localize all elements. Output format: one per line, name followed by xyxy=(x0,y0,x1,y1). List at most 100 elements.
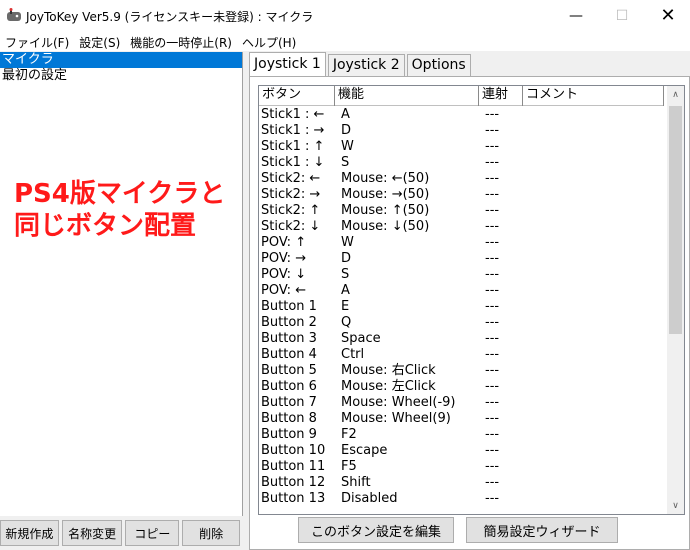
row-rapid-cell: --- xyxy=(485,379,500,394)
tab-joystick-2[interactable]: Joystick 2 xyxy=(327,54,405,76)
row-button-cell: Button 8 xyxy=(261,411,317,426)
config-item-initial[interactable]: 最初の設定 xyxy=(0,68,242,84)
vertical-scrollbar[interactable]: ∧ ∨ xyxy=(667,86,684,514)
table-row[interactable]: Button 8 Mouse: Wheel(9) --- xyxy=(259,411,664,427)
table-row[interactable]: Button 3 Space --- xyxy=(259,331,664,347)
table-row[interactable]: Button 1 E --- xyxy=(259,299,664,315)
new-config-button[interactable]: 新規作成 xyxy=(0,520,59,546)
list-rows: Stick1 : ← A --- Stick1 : → D --- Stick1 : ↑ W -… xyxy=(259,107,664,507)
setup-wizard-button[interactable]: 簡易設定ウィザード xyxy=(466,517,618,543)
row-function-cell: W xyxy=(341,235,354,250)
table-row[interactable]: POV: ↓ S --- xyxy=(259,267,664,283)
config-item-minecraft[interactable]: マイクラ xyxy=(0,52,242,68)
column-header-function[interactable]: 機能 xyxy=(335,86,479,106)
table-row[interactable]: Stick2: ↓ Mouse: ↓(50) --- xyxy=(259,219,664,235)
row-comment-cell xyxy=(523,235,664,251)
tab-options[interactable]: Options xyxy=(406,54,471,76)
annotation-line-2: 同じボタン配置 xyxy=(14,211,197,241)
table-row[interactable]: Stick1 : ↑ W --- xyxy=(259,139,664,155)
row-function-cell: S xyxy=(341,155,350,170)
config-list[interactable]: マイクラ 最初の設定 PS4版マイクラと 同じボタン配置 xyxy=(0,52,243,516)
table-row[interactable]: Stick1 : ↓ S --- xyxy=(259,155,664,171)
menu-help[interactable]: ヘルプ(H) xyxy=(237,31,301,51)
row-rapid-cell: --- xyxy=(485,443,500,458)
row-function-cell: Mouse: ↓(50) xyxy=(341,219,430,234)
copy-button[interactable]: コピー xyxy=(125,520,180,546)
config-buttons: 新規作成 名称変更 コピー 削除 xyxy=(0,520,243,548)
menu-file[interactable]: ファイル(F) xyxy=(0,31,74,51)
row-rapid-cell: --- xyxy=(485,155,500,170)
rename-button[interactable]: 名称変更 xyxy=(61,520,123,546)
button-assignment-list[interactable]: ボタン 機能 連射 コメント Stick1 : ← A --- Stick1 : → D… xyxy=(258,85,685,515)
row-comment-cell xyxy=(523,411,664,427)
row-rapid-cell: --- xyxy=(485,187,500,202)
row-comment-cell xyxy=(523,107,664,123)
row-button-cell: POV: ↓ xyxy=(261,267,307,282)
tab-joystick-1[interactable]: Joystick 1 xyxy=(249,52,326,76)
row-button-cell: Button 7 xyxy=(261,395,317,410)
table-row[interactable]: POV: ↑ W --- xyxy=(259,235,664,251)
table-row[interactable]: POV: → D --- xyxy=(259,251,664,267)
column-header-comment[interactable]: コメント xyxy=(523,86,664,106)
table-row[interactable]: Button 9 F2 --- xyxy=(259,427,664,443)
panel-buttons: このボタン設定を編集 簡易設定ウィザード xyxy=(250,517,689,547)
row-function-cell: F2 xyxy=(341,427,357,442)
scroll-up-icon[interactable]: ∧ xyxy=(667,86,684,103)
row-comment-cell xyxy=(523,123,664,139)
row-button-cell: Button 10 xyxy=(261,443,326,458)
row-comment-cell xyxy=(523,171,664,187)
minimize-icon: — xyxy=(569,7,583,24)
table-row[interactable]: Button 10 Escape --- xyxy=(259,443,664,459)
table-row[interactable]: Button 13 Disabled --- xyxy=(259,491,664,507)
row-button-cell: Stick2: ↑ xyxy=(261,203,321,218)
row-rapid-cell: --- xyxy=(485,459,500,474)
row-comment-cell xyxy=(523,427,664,443)
row-function-cell: Escape xyxy=(341,443,388,458)
menu-settings[interactable]: 設定(S) xyxy=(74,31,125,51)
row-rapid-cell: --- xyxy=(485,331,500,346)
row-rapid-cell: --- xyxy=(485,203,500,218)
table-row[interactable]: Button 5 Mouse: 右Click --- xyxy=(259,363,664,379)
column-header-rapid[interactable]: 連射 xyxy=(479,86,523,106)
row-function-cell: Ctrl xyxy=(341,347,365,362)
table-row[interactable]: Button 11 F5 --- xyxy=(259,459,664,475)
row-comment-cell xyxy=(523,155,664,171)
row-comment-cell xyxy=(523,363,664,379)
row-button-cell: POV: → xyxy=(261,251,307,266)
row-comment-cell xyxy=(523,347,664,363)
row-comment-cell xyxy=(523,331,664,347)
table-row[interactable]: Stick1 : ← A --- xyxy=(259,107,664,123)
row-rapid-cell: --- xyxy=(485,219,500,234)
edit-button-setting-button[interactable]: このボタン設定を編集 xyxy=(298,517,454,543)
joystick-app-icon xyxy=(7,8,21,21)
row-function-cell: Shift xyxy=(341,475,371,490)
table-row[interactable]: Button 2 Q --- xyxy=(259,315,664,331)
row-rapid-cell: --- xyxy=(485,347,500,362)
row-button-cell: Button 3 xyxy=(261,331,317,346)
row-rapid-cell: --- xyxy=(485,475,500,490)
window-title: JoyToKey Ver5.9 (ライセンスキー未登録) : マイクラ xyxy=(26,10,314,24)
table-row[interactable]: Stick2: ← Mouse: ←(50) --- xyxy=(259,171,664,187)
close-button[interactable]: ✕ xyxy=(645,0,690,31)
row-button-cell: Stick1 : → xyxy=(261,123,325,138)
maximize-icon: ☐ xyxy=(615,7,629,24)
row-rapid-cell: --- xyxy=(485,235,500,250)
column-header-button[interactable]: ボタン xyxy=(259,86,335,106)
maximize-button[interactable]: ☐ xyxy=(599,0,645,31)
table-row[interactable]: Stick1 : → D --- xyxy=(259,123,664,139)
table-row[interactable]: Stick2: ↑ Mouse: ↑(50) --- xyxy=(259,203,664,219)
menu-pause[interactable]: 機能の一時停止(R) xyxy=(125,31,237,51)
minimize-button[interactable]: — xyxy=(553,0,599,31)
title-bar[interactable]: JoyToKey Ver5.9 (ライセンスキー未登録) : マイクラ — ☐ … xyxy=(0,0,690,31)
table-row[interactable]: Button 12 Shift --- xyxy=(259,475,664,491)
table-row[interactable]: Button 7 Mouse: Wheel(-9) --- xyxy=(259,395,664,411)
scroll-thumb[interactable] xyxy=(669,106,682,334)
table-row[interactable]: Button 4 Ctrl --- xyxy=(259,347,664,363)
table-row[interactable]: Button 6 Mouse: 左Click --- xyxy=(259,379,664,395)
delete-button[interactable]: 削除 xyxy=(182,520,240,546)
row-function-cell: Space xyxy=(341,331,381,346)
table-row[interactable]: POV: ← A --- xyxy=(259,283,664,299)
table-row[interactable]: Stick2: → Mouse: →(50) --- xyxy=(259,187,664,203)
row-comment-cell xyxy=(523,251,664,267)
scroll-down-icon[interactable]: ∨ xyxy=(667,497,684,514)
